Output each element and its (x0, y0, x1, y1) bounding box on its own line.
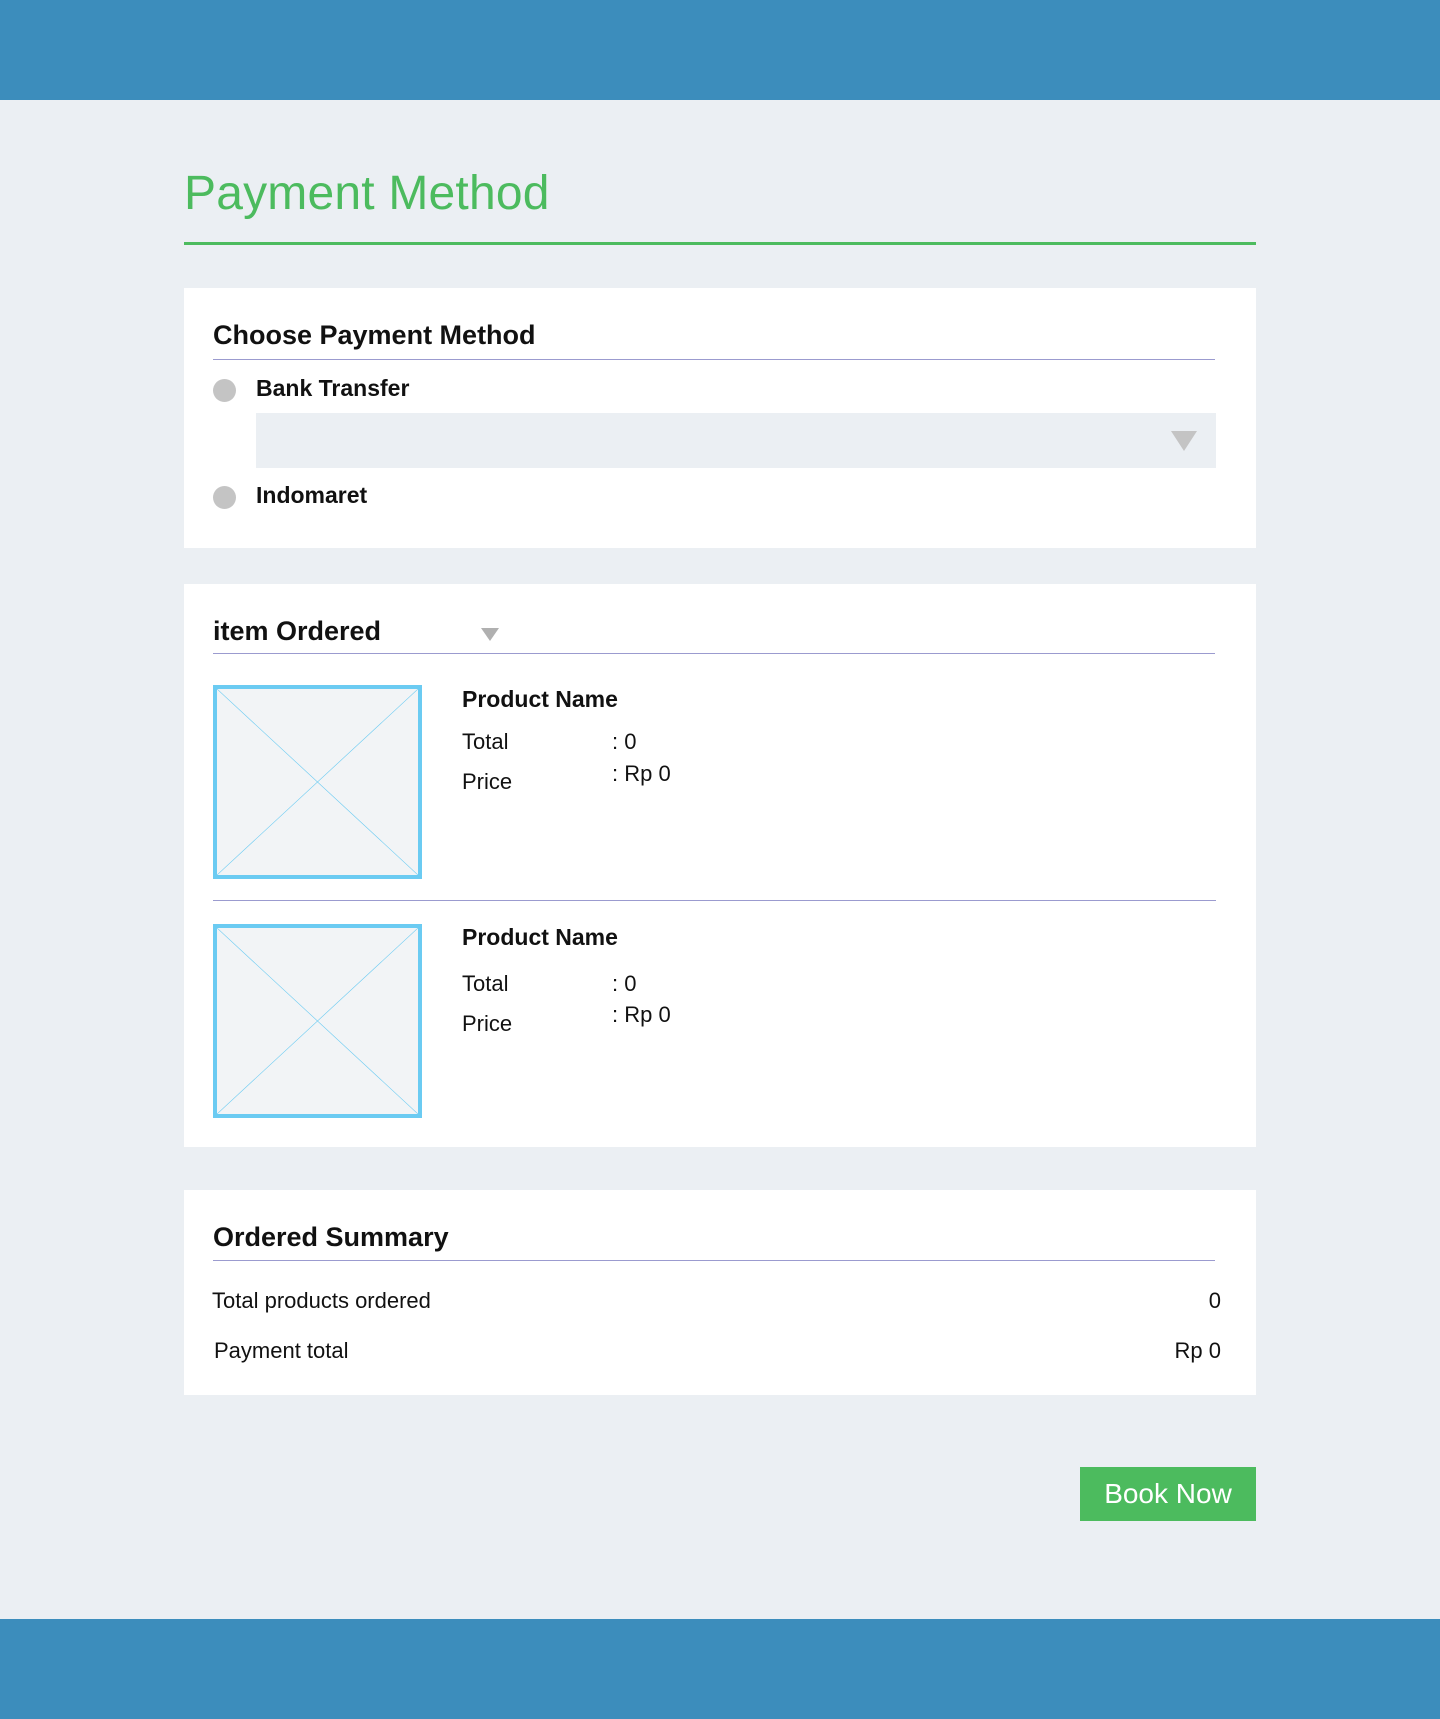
item-divider (213, 900, 1216, 901)
payment-method-card: Choose Payment Method Bank Transfer Indo… (184, 288, 1256, 548)
footer-bar (0, 1619, 1440, 1719)
total-products-value: 0 (1208, 1288, 1221, 1313)
product-price-label: Price (462, 769, 513, 794)
image-placeholder-icon (217, 689, 418, 875)
payment-total-label: Payment total (214, 1338, 349, 1363)
product-total-label: Total (462, 971, 509, 996)
items-ordered-card: item Ordered Product Name Total : 0 Pric… (184, 584, 1256, 1147)
product-total-value: : 0 (612, 729, 637, 754)
bank-transfer-radio[interactable] (213, 379, 236, 402)
product-name: Product Name (462, 924, 618, 950)
chevron-down-icon (1171, 431, 1197, 451)
collapse-toggle-icon[interactable] (481, 628, 499, 641)
product-image-placeholder (213, 685, 422, 879)
image-placeholder-icon (217, 928, 418, 1114)
indomaret-label[interactable]: Indomaret (256, 482, 367, 509)
ordered-summary-divider (213, 1260, 1215, 1261)
items-ordered-heading: item Ordered (213, 616, 382, 646)
product-total-label: Total (462, 729, 509, 754)
items-ordered-divider (213, 653, 1215, 654)
bank-select-dropdown[interactable] (256, 413, 1216, 468)
bank-transfer-label[interactable]: Bank Transfer (256, 375, 409, 402)
book-now-button[interactable]: Book Now (1080, 1467, 1256, 1521)
payment-total-value: Rp 0 (1174, 1338, 1221, 1363)
ordered-summary-heading: Ordered Summary (213, 1222, 449, 1252)
product-image-placeholder (213, 924, 422, 1118)
product-total-value: : 0 (612, 971, 637, 996)
payment-method-heading: Choose Payment Method (213, 320, 536, 350)
top-header-bar (0, 0, 1440, 100)
total-products-label: Total products ordered (212, 1288, 431, 1313)
product-price-value: : Rp 0 (612, 761, 671, 786)
product-name: Product Name (462, 686, 618, 712)
product-price-value: : Rp 0 (612, 1002, 671, 1027)
ordered-summary-card: Ordered Summary Total products ordered 0… (184, 1190, 1256, 1395)
product-price-label: Price (462, 1011, 513, 1036)
payment-method-divider (213, 359, 1215, 360)
page-title-underline (184, 242, 1256, 245)
indomaret-radio[interactable] (213, 486, 236, 509)
page-title: Payment Method (184, 167, 550, 220)
